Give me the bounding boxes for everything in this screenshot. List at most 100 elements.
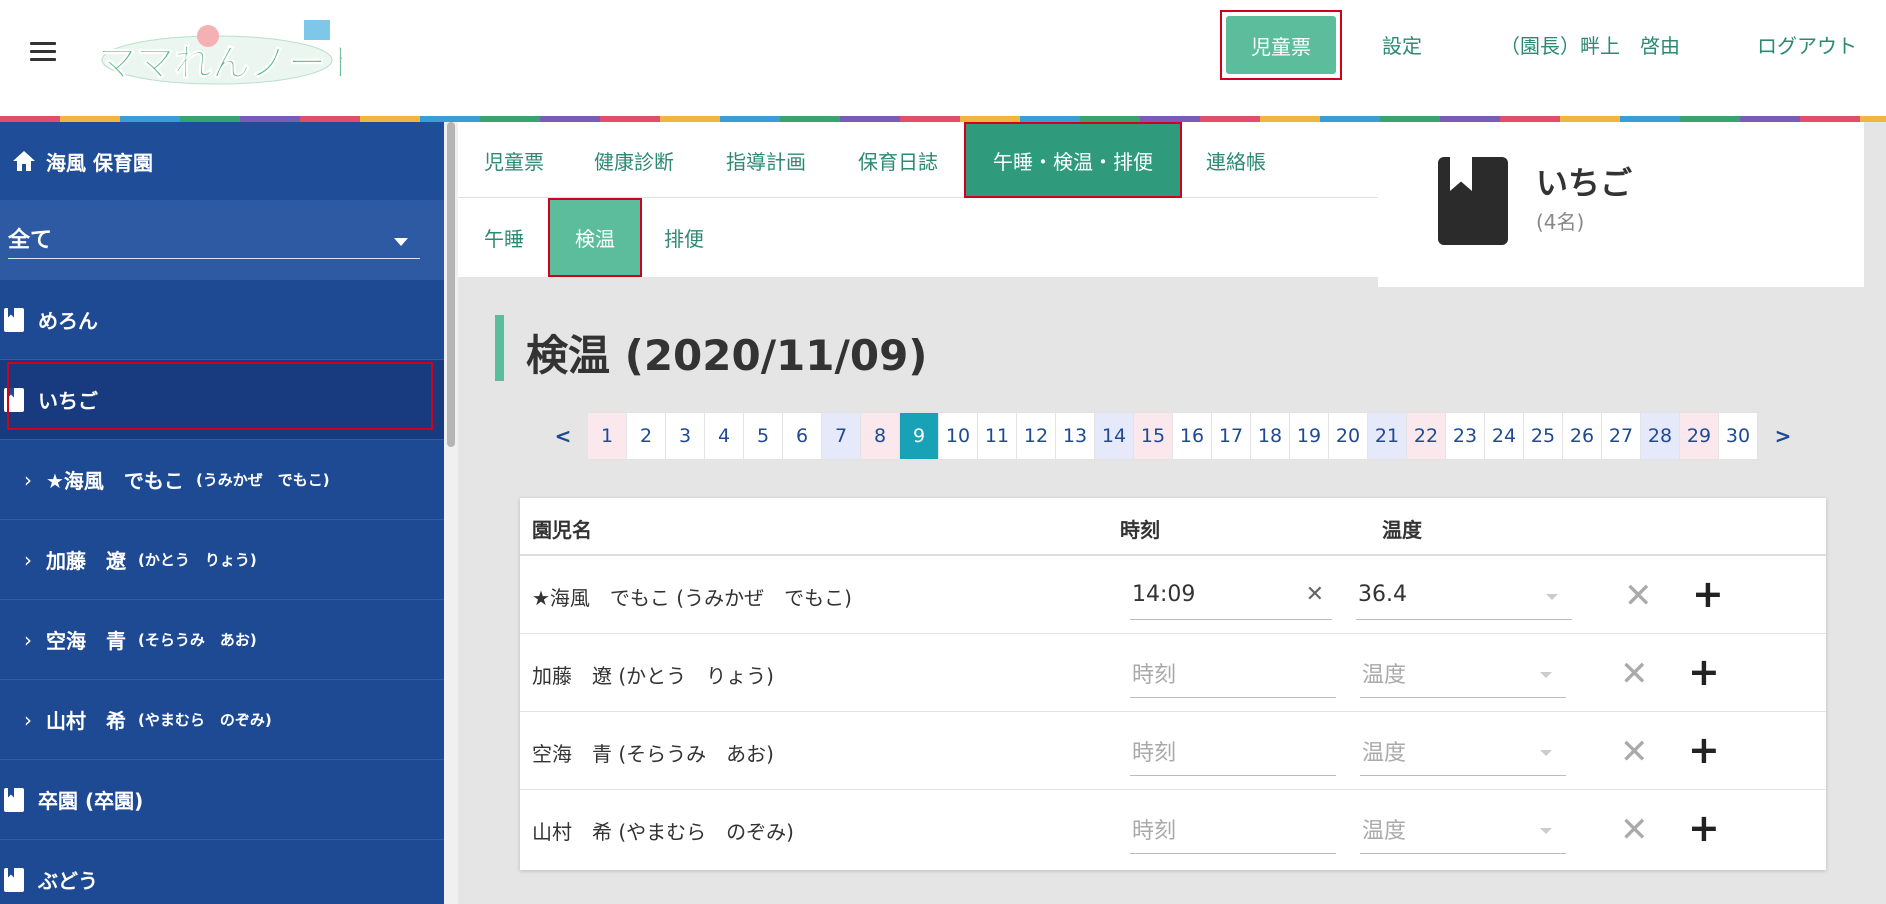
pager-day[interactable]: 21	[1368, 412, 1407, 460]
pager-day[interactable]: 17	[1212, 412, 1251, 460]
add-icon[interactable]: +	[1688, 806, 1720, 850]
pager-day[interactable]: 3	[666, 412, 705, 460]
pager-day[interactable]: 10	[939, 412, 978, 460]
tab-nursery-diary[interactable]: 保育日誌	[858, 122, 938, 198]
sidebar-class-graduated[interactable]: 卒園 (卒園)	[0, 760, 444, 840]
add-icon[interactable]: +	[1688, 650, 1720, 694]
delete-icon[interactable]: ✕	[1620, 810, 1649, 850]
pager-day[interactable]: 28	[1641, 412, 1680, 460]
pager-day[interactable]: 12	[1017, 412, 1056, 460]
sidebar-scrollbar[interactable]	[444, 122, 458, 904]
temperature-select[interactable]: 温度	[1360, 726, 1566, 776]
pager-day[interactable]: 29	[1680, 412, 1719, 460]
pager-day[interactable]: 4	[705, 412, 744, 460]
pager-day[interactable]: 2	[627, 412, 666, 460]
time-input[interactable]: 時刻	[1130, 726, 1336, 776]
pager-day[interactable]: 30	[1719, 412, 1758, 460]
pager-day[interactable]: 8	[861, 412, 900, 460]
logo-text: ママれんノート	[98, 41, 342, 85]
time-input[interactable]: 14:09 ✕	[1130, 570, 1332, 620]
sidebar-home[interactable]: 海風 保育園	[0, 122, 444, 200]
sidebar-class-ichigo[interactable]: いちご	[0, 360, 444, 440]
sidebar-child-item[interactable]: › ★海風 でもこ (うみかぜ でもこ)	[0, 440, 444, 520]
pager-day[interactable]: 7	[822, 412, 861, 460]
sidebar-class-filter[interactable]: 全て	[0, 200, 444, 280]
hamburger-menu-icon[interactable]	[30, 42, 56, 62]
pager-day[interactable]: 26	[1563, 412, 1602, 460]
delete-icon[interactable]: ✕	[1620, 654, 1649, 694]
subtab-temperature[interactable]: 検温	[548, 198, 642, 277]
time-placeholder: 時刻	[1132, 740, 1177, 766]
nav-settings-link[interactable]: 設定	[1382, 30, 1422, 59]
nav-logout-link[interactable]: ログアウト	[1757, 30, 1857, 59]
pager-day[interactable]: 13	[1056, 412, 1095, 460]
header-temp: 温度	[1382, 518, 1422, 542]
child-name: 山村 希 (やまむら のぞみ)	[532, 820, 794, 844]
pager-day[interactable]: 18	[1251, 412, 1290, 460]
pager-day[interactable]: 23	[1446, 412, 1485, 460]
clear-icon[interactable]: ✕	[1306, 582, 1324, 607]
pager-day[interactable]: 20	[1329, 412, 1368, 460]
temperature-select[interactable]: 温度	[1360, 648, 1566, 698]
temperature-value: 36.4	[1358, 582, 1407, 607]
add-icon[interactable]: +	[1692, 572, 1724, 616]
sidebar-child-kana: (やまむら のぞみ)	[138, 711, 272, 729]
book-icon	[4, 387, 24, 412]
pager-day[interactable]: 24	[1485, 412, 1524, 460]
delete-icon[interactable]: ✕	[1620, 732, 1649, 772]
sidebar-child-item[interactable]: › 山村 希 (やまむら のぞみ)	[0, 680, 444, 760]
scrollbar-thumb[interactable]	[447, 122, 455, 447]
delete-icon[interactable]: ✕	[1624, 576, 1653, 616]
sidebar-child-kana: (うみかぜ でもこ)	[195, 471, 330, 489]
child-name: 加藤 遼 (かとう りょう)	[532, 664, 774, 688]
add-icon[interactable]: +	[1688, 728, 1720, 772]
sidebar-child-name: 山村 希	[46, 709, 126, 733]
pager-day[interactable]: 6	[783, 412, 822, 460]
sidebar-filter-value: 全て	[8, 228, 53, 253]
pager-prev-button[interactable]: <	[538, 412, 588, 460]
temperature-select[interactable]: 温度	[1360, 804, 1566, 854]
sidebar-class-budou[interactable]: ぶどう	[0, 840, 444, 904]
nav-student-record-button[interactable]: 児童票	[1226, 16, 1336, 74]
pager-day[interactable]: 14	[1095, 412, 1134, 460]
sidebar-class-melon[interactable]: めろん	[0, 280, 444, 360]
pager-day[interactable]: 27	[1602, 412, 1641, 460]
pager-day[interactable]: 16	[1173, 412, 1212, 460]
tab-contact-book[interactable]: 連絡帳	[1206, 122, 1266, 198]
table-row: 空海 青 (そらうみ あお) 時刻 温度 ✕ +	[520, 712, 1826, 790]
sidebar-child-item[interactable]: › 加藤 遼 (かとう りょう)	[0, 520, 444, 600]
chevron-right-icon: ›	[24, 467, 32, 492]
temperature-placeholder: 温度	[1362, 740, 1407, 766]
tab-student-record[interactable]: 児童票	[484, 122, 544, 198]
child-name: 空海 青 (そらうみ あお)	[532, 742, 774, 766]
subtab-bowel[interactable]: 排便	[664, 198, 704, 277]
class-name: いちご	[1536, 164, 1633, 202]
header-time: 時刻	[1120, 518, 1160, 542]
subtab-nap[interactable]: 午睡	[484, 198, 524, 277]
nav-user-name[interactable]: （園長）畔上 啓由	[1500, 30, 1680, 59]
pager-day[interactable]: 19	[1290, 412, 1329, 460]
pager-day[interactable]: 9	[900, 412, 939, 460]
pager-day[interactable]: 15	[1134, 412, 1173, 460]
pager-day[interactable]: 11	[978, 412, 1017, 460]
chevron-right-icon: ›	[24, 547, 32, 572]
chevron-down-icon	[1540, 672, 1552, 678]
sidebar-child-name: ★海風 でもこ	[46, 469, 184, 493]
pager-day[interactable]: 5	[744, 412, 783, 460]
pager-day[interactable]: 1	[588, 412, 627, 460]
pager-day[interactable]: 25	[1524, 412, 1563, 460]
sidebar-child-kana: (そらうみ あお)	[138, 631, 257, 649]
nav-student-record-highlight: 児童票	[1220, 10, 1342, 80]
book-icon	[4, 307, 24, 332]
secondary-tabs: 午睡 検温 排便	[458, 198, 1378, 277]
tab-guidance-plan[interactable]: 指導計画	[726, 122, 806, 198]
sidebar-child-item[interactable]: › 空海 青 (そらうみ あお)	[0, 600, 444, 680]
tab-nap-temp-bowel[interactable]: 午睡・検温・排便	[964, 122, 1182, 198]
pager-day[interactable]: 22	[1407, 412, 1446, 460]
time-input[interactable]: 時刻	[1130, 804, 1336, 854]
tab-health-check[interactable]: 健康診断	[594, 122, 674, 198]
app-logo[interactable]: ママれんノート	[92, 14, 342, 90]
pager-next-button[interactable]: >	[1758, 412, 1808, 460]
temperature-select[interactable]: 36.4	[1356, 570, 1572, 620]
time-input[interactable]: 時刻	[1130, 648, 1336, 698]
